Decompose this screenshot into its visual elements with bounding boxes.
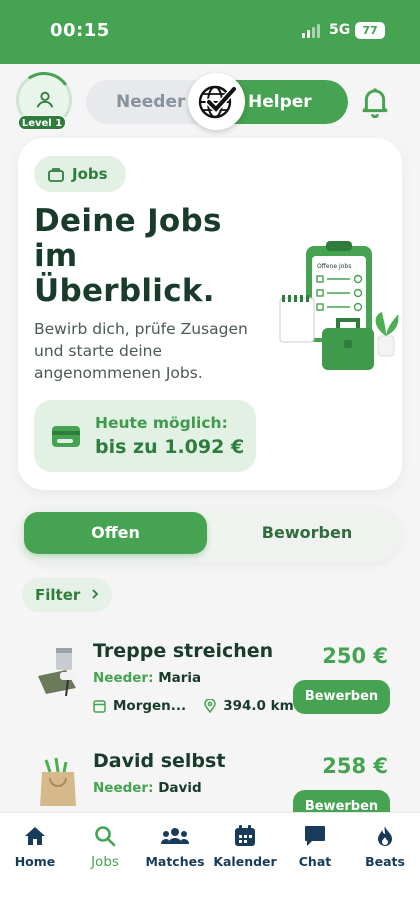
tab-open[interactable]: Offen (24, 512, 207, 554)
network-type: 5G (329, 22, 351, 38)
bottom-navigation: Home Jobs Matches Kalender Chat Beats (0, 812, 420, 911)
job-needer-name: David (158, 780, 202, 796)
jobs-chip: Jobs (34, 156, 126, 192)
job-needer: Needer: David (93, 780, 202, 796)
nav-matches-label: Matches (145, 854, 205, 869)
nav-chat[interactable]: Chat (280, 823, 350, 869)
bell-icon[interactable] (360, 86, 390, 119)
apply-button[interactable]: Bewerben (293, 680, 390, 714)
paint-tools-thumbnail (38, 648, 76, 697)
user-icon (36, 91, 54, 108)
page-subtitle: Bewirb dich, prüfe Zusagen und starte de… (34, 320, 248, 382)
nav-home[interactable]: Home (0, 823, 70, 869)
nav-beats-label: Beats (365, 854, 405, 869)
job-title: David selbst (93, 750, 226, 772)
filter-label: Filter (35, 586, 81, 604)
job-price: 258 € (322, 754, 388, 778)
nav-jobs-label: Jobs (91, 854, 119, 870)
tab-applied[interactable]: Beworben (218, 512, 396, 554)
search-icon (95, 826, 116, 847)
nav-home-label: Home (14, 854, 56, 869)
illustration-label: Offene Jobs (317, 263, 351, 270)
battery-level: 77 (362, 24, 378, 37)
job-status-tabs: Offen Beworben (18, 506, 402, 562)
chevron-right-icon (91, 589, 98, 599)
nav-chat-label: Chat (298, 854, 332, 869)
status-bar: 00:15 5G 77 (0, 0, 420, 64)
calendar-icon (235, 825, 255, 846)
signal-icon (302, 24, 322, 38)
people-icon (161, 828, 189, 844)
location-pin-icon (204, 699, 216, 713)
job-price: 250 € (322, 644, 388, 668)
flame-icon (378, 826, 392, 846)
nav-jobs[interactable]: Jobs (70, 823, 140, 870)
clipboard-illustration: Offene Jobs (279, 241, 399, 370)
role-toggle-knob[interactable] (188, 73, 245, 130)
job-date: Morgen... (113, 698, 187, 714)
filter-button[interactable]: Filter (22, 578, 112, 612)
globe-check-icon (198, 85, 237, 119)
job-title: Treppe streichen (93, 640, 274, 662)
card-icon (52, 426, 80, 447)
job-needer-name: Maria (158, 670, 202, 686)
earnings-value: bis zu 1.092 € (95, 436, 245, 458)
briefcase-icon (48, 167, 64, 182)
clock: 00:15 (50, 20, 110, 41)
job-distance: 394.0 km (223, 698, 294, 714)
job-meta: Morgen... 394.0 km (93, 698, 294, 714)
earnings-box: Heute möglich: bis zu 1.092 € (34, 400, 256, 472)
nav-beats[interactable]: Beats (350, 823, 420, 869)
nav-calendar[interactable]: Kalender (210, 823, 280, 869)
role-helper-label: Helper (248, 92, 312, 112)
calendar-icon (93, 700, 106, 713)
chat-icon (305, 826, 325, 846)
grocery-bag-thumbnail (40, 757, 76, 806)
job-card[interactable]: Treppe streichen Needer: Maria Morgen...… (18, 630, 402, 730)
job-needer-label: Needer: (93, 670, 154, 686)
job-needer-label: Needer: (93, 780, 154, 796)
earnings-label: Heute möglich: (95, 414, 228, 432)
page-title: Deine Jobs im Überblick. (34, 203, 222, 309)
jobs-chip-label: Jobs (72, 165, 108, 183)
level-badge: Level 1 (18, 115, 66, 130)
jobs-overview-card: Jobs Deine Jobs im Überblick. Bewirb dic… (18, 138, 402, 490)
nav-matches[interactable]: Matches (140, 823, 210, 869)
home-icon (25, 827, 45, 845)
job-needer: Needer: Maria (93, 670, 201, 686)
nav-calendar-label: Kalender (213, 854, 277, 869)
battery-icon: 77 (355, 22, 385, 39)
